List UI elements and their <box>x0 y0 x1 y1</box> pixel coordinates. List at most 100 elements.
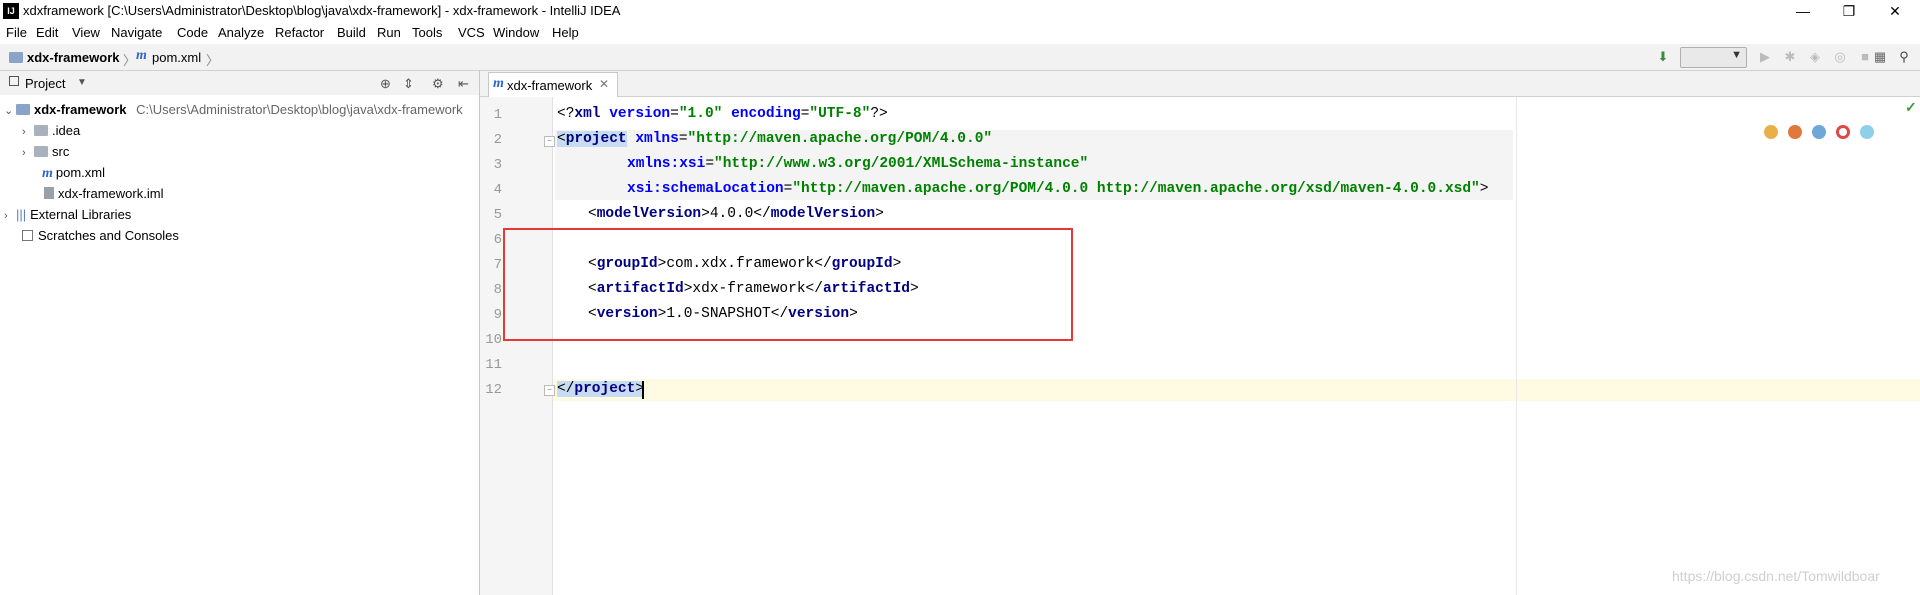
breadcrumb-separator: 〉 <box>206 53 220 68</box>
menu-analyze[interactable]: Analyze <box>218 25 264 40</box>
watermark: https://blog.csdn.net/Tomwildboar <box>1672 568 1880 584</box>
debug-icon[interactable]: ✱ <box>1782 49 1798 65</box>
line-number: 8 <box>493 282 502 298</box>
folder-icon <box>34 125 48 136</box>
line-number: 4 <box>493 182 502 198</box>
tree-item-label: xdx-framework.iml <box>58 186 164 201</box>
line-number: 10 <box>485 332 502 348</box>
gear-icon[interactable]: ⚙ <box>432 76 444 92</box>
menu-help[interactable]: Help <box>552 25 579 40</box>
tree-item-scratches[interactable]: Scratches and Consoles <box>22 225 179 246</box>
maven-file-icon: m <box>493 76 504 91</box>
line-number: 7 <box>493 257 502 273</box>
menu-navigate[interactable]: Navigate <box>111 25 162 40</box>
close-tab-icon[interactable]: ✕ <box>599 77 609 91</box>
breadcrumb-separator: 〉 <box>123 53 137 68</box>
chrome-browser-icon[interactable] <box>1764 125 1778 139</box>
project-view-icon <box>9 76 19 86</box>
code-line-3[interactable]: xmlns:xsi="http://www.w3.org/2001/XMLSch… <box>627 156 1088 172</box>
minimize-button[interactable]: — <box>1780 0 1826 22</box>
line-number: 6 <box>493 232 502 248</box>
close-button[interactable]: ✕ <box>1872 0 1918 22</box>
project-folder-icon <box>9 52 23 63</box>
menu-view[interactable]: View <box>72 25 100 40</box>
code-line-1[interactable]: <?xml version="1.0" encoding="UTF-8"?> <box>557 106 888 122</box>
chevron-down-icon[interactable]: ⌄ <box>4 101 16 122</box>
maven-file-icon: m <box>42 166 53 181</box>
search-icon[interactable]: ⚲ <box>1896 49 1912 65</box>
folder-icon <box>34 146 48 157</box>
code-line-2[interactable]: <project xmlns="http://maven.apache.org/… <box>557 131 992 147</box>
chevron-right-icon[interactable]: › <box>22 143 34 164</box>
breadcrumb-project[interactable]: xdx-framework <box>27 50 119 65</box>
coverage-icon[interactable]: ◈ <box>1807 49 1823 65</box>
run-configuration-select[interactable]: ▼ <box>1680 47 1747 68</box>
tab-label: xdx-framework <box>507 78 593 93</box>
menu-file[interactable]: File <box>6 25 27 40</box>
code-line-12[interactable]: </project> <box>557 381 645 397</box>
window-title: xdxframework [C:\Users\Administrator\Des… <box>23 3 621 18</box>
menu-window[interactable]: Window <box>493 25 539 40</box>
build-project-icon[interactable]: ⬇ <box>1655 49 1671 65</box>
tree-item-label: src <box>52 144 70 159</box>
tab-pom-xml[interactable]: m xdx-framework ✕ <box>488 72 618 97</box>
fold-marker-icon[interactable]: − <box>544 136 555 147</box>
intellij-app-icon: IJ <box>3 3 19 19</box>
line-number: 1 <box>493 107 502 123</box>
menu-tools[interactable]: Tools <box>412 25 442 40</box>
current-line-highlight <box>553 379 1920 401</box>
menu-edit[interactable]: Edit <box>36 25 58 40</box>
tree-item-path: C:\Users\Administrator\Desktop\blog\java… <box>136 102 463 117</box>
profile-icon[interactable]: ◎ <box>1832 49 1848 65</box>
tree-item-iml[interactable]: xdx-framework.iml <box>44 183 163 204</box>
line-number: 2 <box>493 132 502 148</box>
ie-browser-icon[interactable] <box>1860 125 1874 139</box>
tree-item-label: pom.xml <box>55 165 106 180</box>
line-number: 11 <box>485 357 502 373</box>
run-icon[interactable]: ▶ <box>1757 49 1773 65</box>
scratches-icon <box>22 230 33 241</box>
code-line-4[interactable]: xsi:schemaLocation="http://maven.apache.… <box>627 181 1488 197</box>
chevron-right-icon[interactable]: › <box>22 122 34 143</box>
collapse-all-icon[interactable]: ⇕ <box>403 76 414 92</box>
fold-marker-icon[interactable]: − <box>544 385 555 396</box>
stop-icon[interactable]: ■ <box>1857 49 1873 65</box>
tree-item-idea[interactable]: › .idea <box>22 120 80 141</box>
tree-item-pom-xml[interactable]: m pom.xml <box>42 162 105 183</box>
tree-item-label: .idea <box>52 123 81 138</box>
safari-browser-icon[interactable] <box>1812 125 1826 139</box>
project-panel-title[interactable]: Project <box>25 76 65 91</box>
libraries-icon: ||| <box>16 207 27 222</box>
menu-refactor[interactable]: Refactor <box>275 25 324 40</box>
maven-file-icon: m <box>136 48 147 63</box>
menu-code[interactable]: Code <box>177 25 208 40</box>
chevron-right-icon[interactable]: › <box>4 206 16 227</box>
line-number: 3 <box>493 157 502 173</box>
right-margin-guide <box>1516 97 1517 595</box>
firefox-browser-icon[interactable] <box>1788 125 1802 139</box>
tree-item-src[interactable]: › src <box>22 141 69 162</box>
tree-item-xdx-framework[interactable]: ⌄ xdx-framework C:\Users\Administrator\De… <box>4 99 463 120</box>
inspection-ok-icon[interactable]: ✓ <box>1905 99 1917 116</box>
iml-file-icon <box>44 187 54 199</box>
tree-item-label: Scratches and Consoles <box>38 228 179 243</box>
breadcrumb-file[interactable]: pom.xml <box>152 50 201 65</box>
text-caret <box>642 381 644 399</box>
line-number: 12 <box>485 382 502 398</box>
line-number: 5 <box>493 207 502 223</box>
annotation-highlight-box <box>503 228 1073 341</box>
hide-panel-icon[interactable]: ⇤ <box>458 76 469 92</box>
maximize-button[interactable]: ❐ <box>1826 0 1872 22</box>
menu-build[interactable]: Build <box>337 25 366 40</box>
project-structure-icon[interactable]: ▦ <box>1872 49 1888 65</box>
chevron-down-icon[interactable]: ▼ <box>77 77 87 88</box>
tree-item-external-libraries[interactable]: › ||| External Libraries <box>4 204 131 225</box>
line-number: 9 <box>493 307 502 323</box>
module-folder-icon <box>16 104 30 115</box>
code-line-5[interactable]: <modelVersion>4.0.0</modelVersion> <box>588 206 884 222</box>
menu-run[interactable]: Run <box>377 25 401 40</box>
editor-tab-bar <box>480 71 1920 97</box>
locate-file-icon[interactable]: ⊕ <box>380 76 391 92</box>
opera-browser-icon[interactable] <box>1836 125 1850 139</box>
menu-vcs[interactable]: VCS <box>458 25 485 40</box>
